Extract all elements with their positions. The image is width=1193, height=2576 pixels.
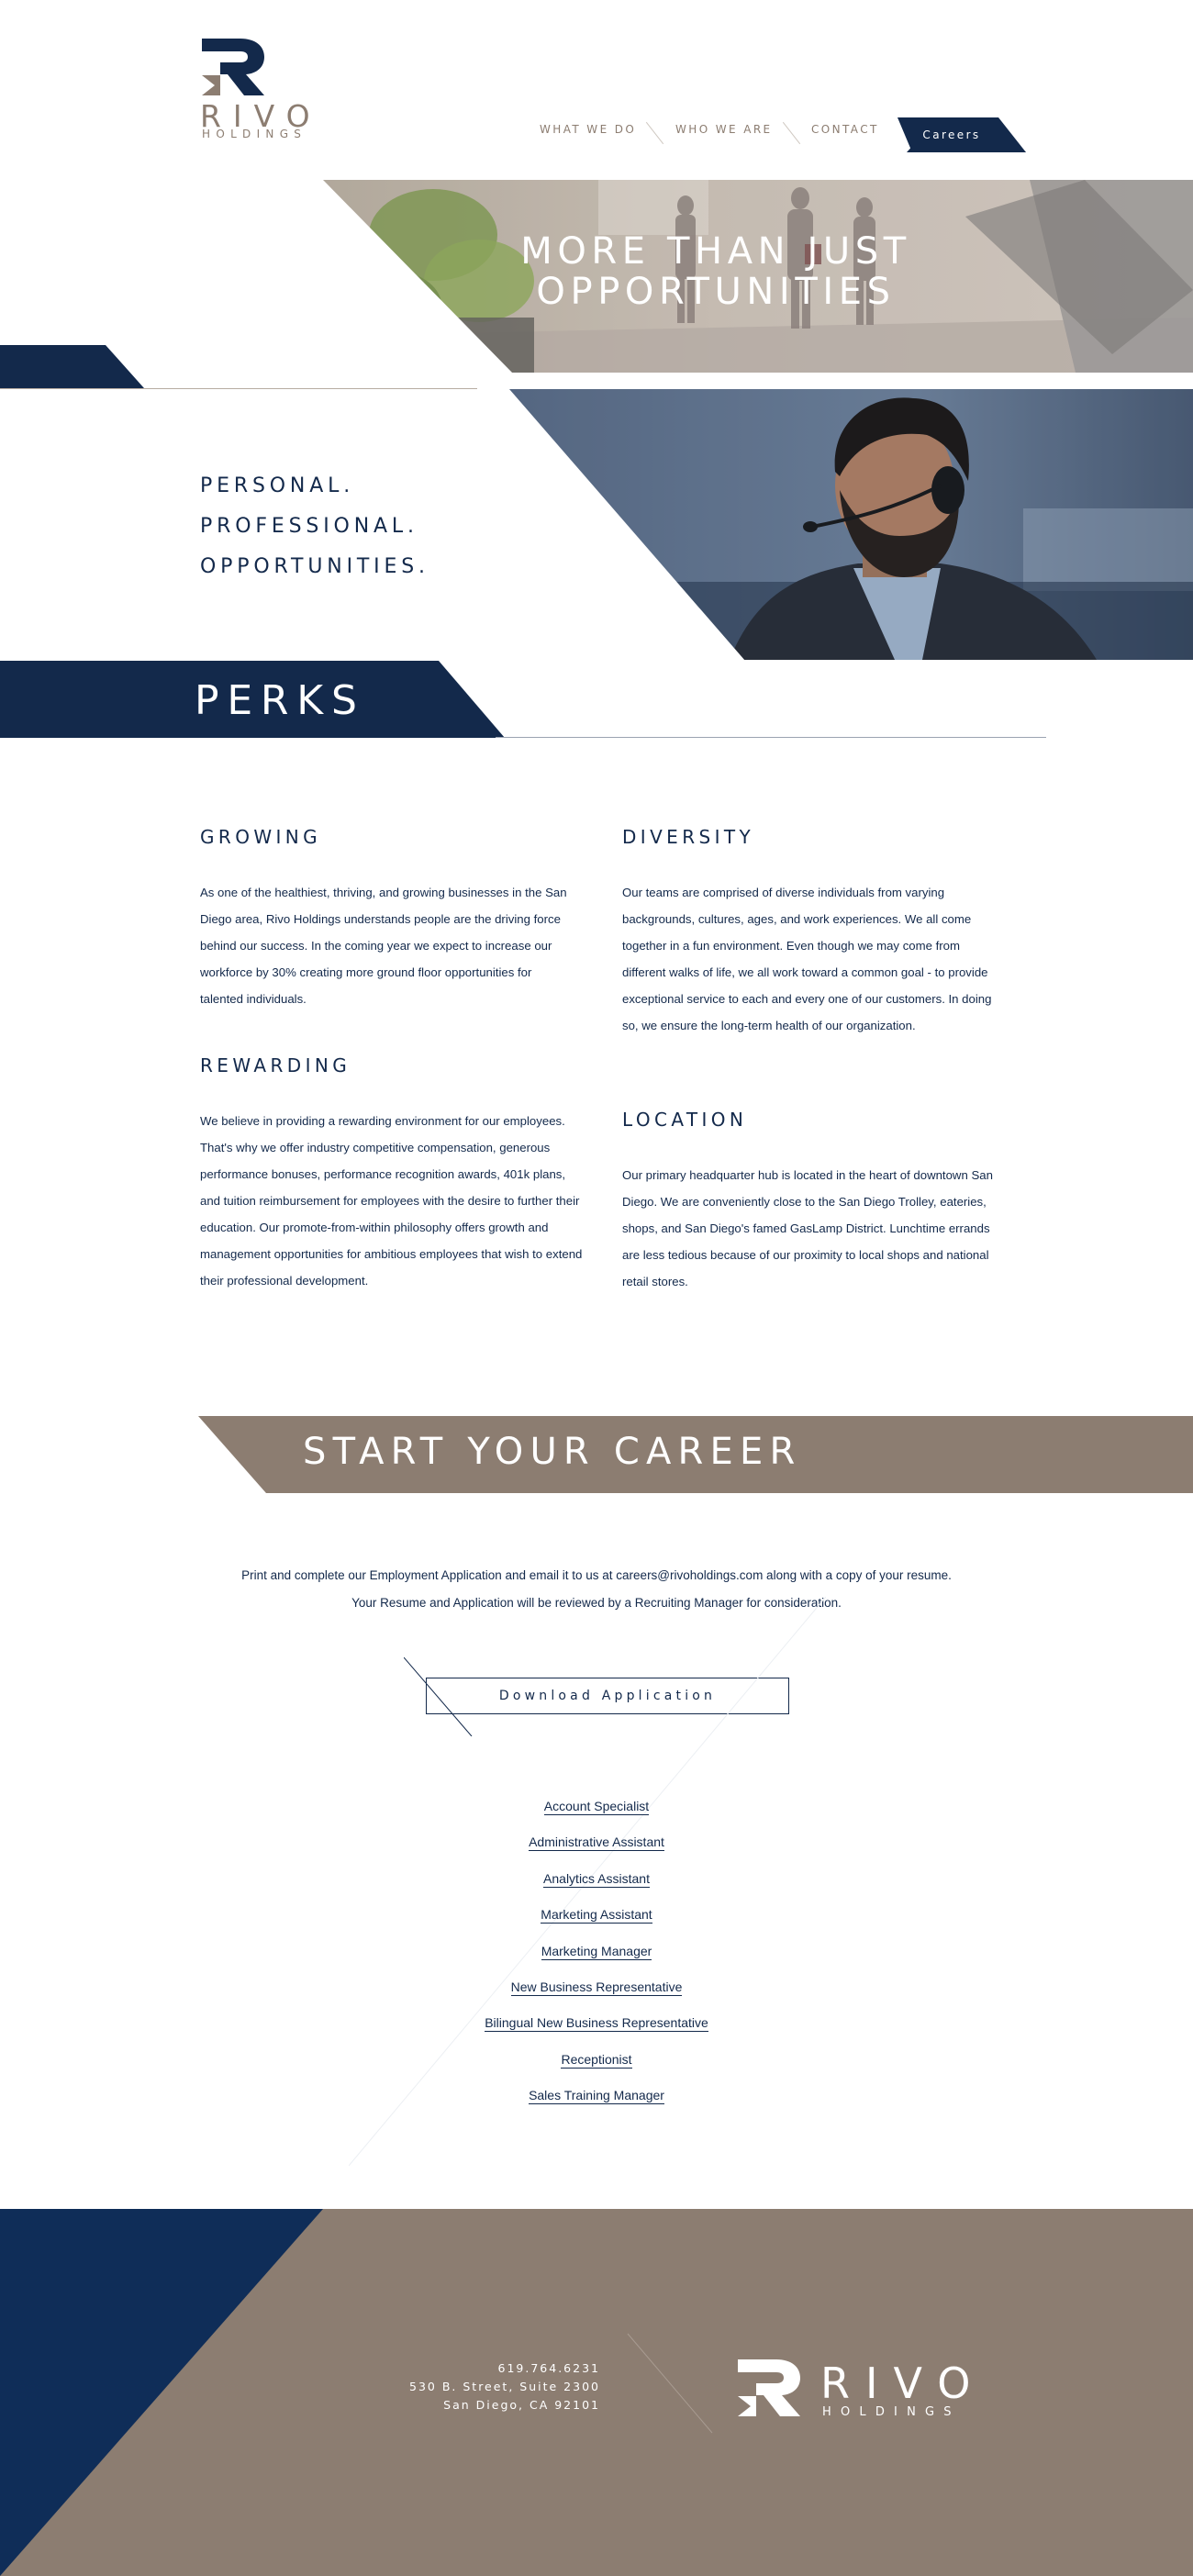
footer-rivo-logo[interactable]: RIVO HOLDINGS [736,2359,1011,2423]
career-title: Start Your Career [303,1431,802,1473]
perk-diversity-heading: Diversity [622,826,755,848]
footer-logo-subtitle: HOLDINGS [822,2405,961,2419]
job-link-bilingual-new-business-representative[interactable]: Bilingual New Business Representative [367,2012,826,2047]
job-link-administrative-assistant[interactable]: Administrative Assistant [367,1831,826,1867]
footer-phone[interactable]: 619.764.6231 [409,2359,600,2378]
agent-diagonal-mask [508,389,745,661]
job-link-receptionist[interactable]: Receptionist [367,2048,826,2084]
footer-city: San Diego, CA 92101 [443,2398,600,2412]
perks-divider-rule [496,737,1046,738]
nav-careers-button[interactable]: Careers [898,117,1026,152]
perk-diversity-body: Our teams are comprised of diverse indiv… [622,886,992,1032]
tagline-professional: Professional. [200,515,418,538]
logo-subtitle: HOLDINGS [202,128,307,140]
nav-who-we-are[interactable]: Who We Are [675,123,773,136]
rivo-holdings-logo[interactable]: RIVO HOLDINGS [200,39,347,139]
perk-growing-body: As one of the healthiest, thriving, and … [200,886,567,1006]
job-list: Account Specialist Administrative Assist… [367,1795,826,2121]
perks-title: Perks [195,677,365,724]
nav-what-we-do[interactable]: What We Do [540,123,636,136]
hero-navy-accent [0,345,144,388]
tagline-personal: Personal. [200,474,355,497]
rivo-r-mark-icon [202,39,264,95]
job-link-sales-training-manager[interactable]: Sales Training Manager [367,2084,826,2120]
job-link-analytics-assistant[interactable]: Analytics Assistant [367,1868,826,1903]
footer-logo-wordmark: RIVO [820,2359,987,2408]
job-link-marketing-manager[interactable]: Marketing Manager [367,1940,826,1976]
hero-divider-rule [0,388,477,389]
footer-r-mark-icon [738,2359,800,2416]
job-link-marketing-assistant[interactable]: Marketing Assistant [367,1903,826,1939]
perk-location-heading: Location [622,1109,748,1131]
hero-title-line-1: More Than Just [520,230,911,273]
hero-title: More Than Just Opportunities [440,231,991,312]
nav-contact[interactable]: Contact [811,123,879,136]
nav-divider [645,121,664,145]
job-link-new-business-representative[interactable]: New Business Representative [367,1976,826,2012]
perk-location-body: Our primary headquarter hub is located i… [622,1168,993,1288]
nav-careers-label: Careers [922,128,981,141]
hero-title-line-2: Opportunities [536,271,896,313]
job-link-account-specialist[interactable]: Account Specialist [367,1795,826,1831]
perk-rewarding-heading: Rewarding [200,1054,351,1076]
perk-growing-heading: Growing [200,826,322,848]
perk-rewarding-body: We believe in providing a rewarding envi… [200,1114,583,1288]
tagline-opportunities: Opportunities. [200,555,429,578]
footer-street: 530 B. Street, Suite 2300 [409,2380,600,2393]
nav-divider [782,121,801,145]
footer-contact-info: 619.764.6231 530 B. Street, Suite 2300 S… [409,2359,600,2414]
